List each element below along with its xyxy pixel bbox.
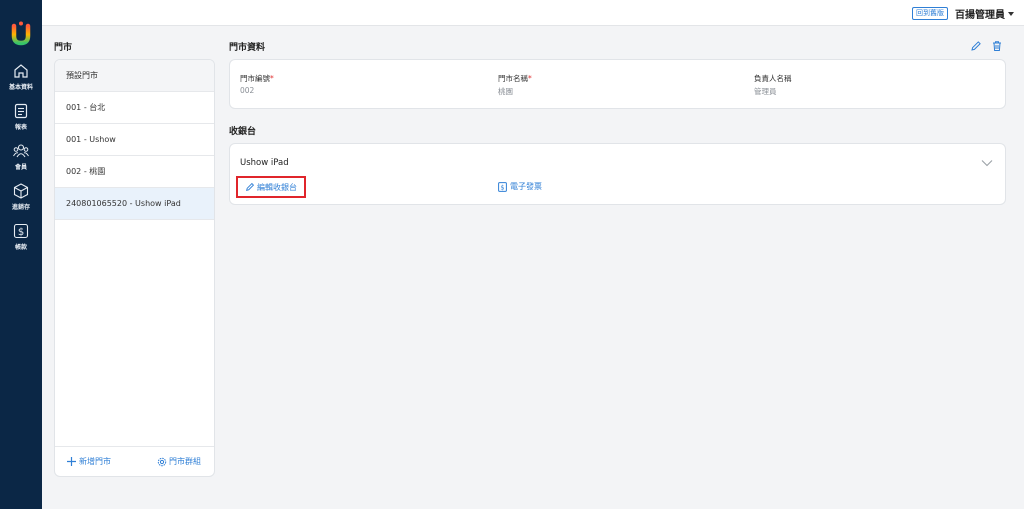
members-icon [13, 144, 29, 158]
add-store-button[interactable]: 新增門市 [66, 456, 111, 467]
register-name: Ushow iPad [240, 158, 289, 168]
report-icon [14, 103, 28, 119]
top-bar: 回到舊版 百揚管理員 [42, 0, 1024, 26]
e-invoice-button[interactable]: $ 電子發票 [498, 181, 542, 192]
delete-icon[interactable] [991, 40, 1003, 52]
store-list-panel: 預設門市 001 - 台北 001 - Ushow 002 - 桃園 24080… [54, 59, 215, 477]
nav-item-members[interactable]: 會員 [0, 142, 42, 171]
nav-label: 報表 [14, 124, 27, 131]
gear-icon [157, 457, 167, 466]
store-list-item[interactable]: 001 - 台北 [55, 92, 214, 124]
store-group-button[interactable]: 門市群組 [157, 456, 201, 467]
user-name: 百揚管理員 [955, 10, 1005, 21]
register-card: Ushow iPad 編輯收銀台 $ 電子發票 [229, 143, 1006, 205]
register-section-title: 收銀台 [229, 127, 257, 137]
dollar-icon: $ [13, 223, 29, 239]
home-icon [14, 64, 28, 78]
plus-icon [67, 457, 76, 466]
nav-label: 帳款 [14, 244, 27, 251]
inventory-icon [13, 183, 29, 199]
svg-text:$: $ [18, 227, 24, 238]
nav-item-accounts[interactable]: $ 帳款 [0, 222, 42, 251]
add-store-label: 新增門市 [79, 457, 111, 466]
store-number-value: 002 [240, 86, 255, 95]
store-group-label: 門市群組 [169, 457, 201, 466]
store-list-footer: 新增門市 門市群組 [55, 446, 214, 476]
nav-item-inventory[interactable]: 進銷存 [0, 182, 42, 211]
store-name-value: 桃園 [498, 87, 513, 96]
store-number-label: 門市編號* [240, 74, 274, 83]
store-list-item[interactable]: 001 - Ushow [55, 124, 214, 156]
user-menu[interactable]: 百揚管理員 [955, 6, 1014, 21]
nav-item-reports[interactable]: 報表 [0, 102, 42, 131]
store-list-item[interactable]: 002 - 桃園 [55, 156, 214, 188]
edit-register-label: 編輯收銀台 [257, 182, 297, 192]
svg-text:$: $ [500, 183, 504, 191]
nav-item-basic-data[interactable]: 基本資料 [0, 62, 42, 91]
chevron-down-icon[interactable] [981, 159, 993, 167]
side-nav: 基本資料 報表 會員 進銷存 $ 帳款 [0, 0, 42, 509]
edit-register-button[interactable]: 編輯收銀台 [236, 176, 306, 198]
nav-label: 基本資料 [8, 84, 33, 91]
nav-label: 會員 [14, 164, 27, 171]
edit-icon[interactable] [970, 40, 982, 52]
back-to-old-version-button[interactable]: 回到舊版 [912, 7, 948, 20]
caret-down-icon [1008, 11, 1014, 16]
manager-name-label: 負責人名稱 [754, 74, 792, 83]
store-info-title: 門市資料 [229, 43, 266, 53]
store-list-item-selected[interactable]: 240801065520 - Ushow iPad [55, 188, 214, 220]
e-invoice-label: 電子發票 [510, 182, 542, 191]
store-name-label: 門市名稱* [498, 74, 532, 83]
manager-name-value: 管理員 [754, 87, 777, 96]
edit-icon [246, 182, 255, 191]
nav-label: 進銷存 [11, 204, 30, 211]
store-info-card: 門市編號* 002 門市名稱* 桃園 負責人名稱 管理員 [229, 59, 1006, 109]
default-store-header: 預設門市 [55, 60, 214, 92]
invoice-icon: $ [498, 181, 507, 192]
store-list-title: 門市 [54, 43, 73, 53]
app-logo[interactable] [8, 20, 34, 46]
